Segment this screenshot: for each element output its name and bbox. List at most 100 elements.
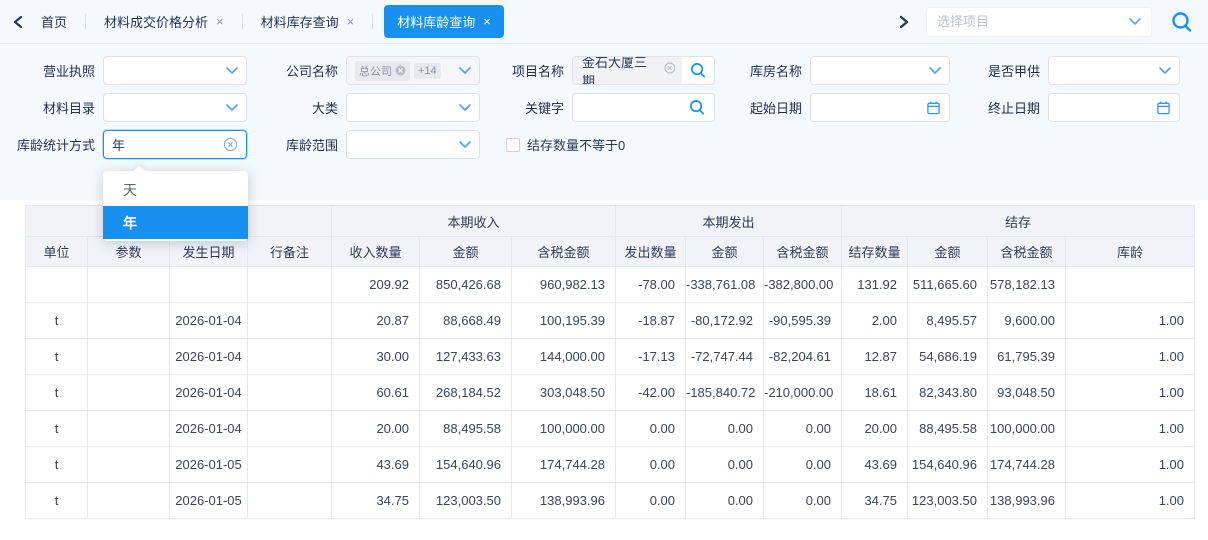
table-cell [170, 267, 248, 303]
table-cell: 850,426.68 [420, 267, 512, 303]
column-group-header: 本期发出 [616, 206, 842, 237]
table-cell [248, 267, 332, 303]
tab-material-price-analysis[interactable]: 材料成交价格分析 × [91, 5, 237, 38]
table-cell: 34.75 [842, 483, 908, 519]
table-cell [248, 447, 332, 483]
table-cell [88, 483, 170, 519]
column-header[interactable]: 参数 [88, 237, 170, 267]
table-row[interactable]: t2026-01-0460.61268,184.52303,048.50-42.… [26, 375, 1195, 411]
project-select[interactable] [926, 7, 1152, 37]
table-cell: -338,761.08 [686, 267, 764, 303]
table-cell: 2026-01-04 [170, 339, 248, 375]
global-search-icon[interactable] [1170, 10, 1194, 34]
project-search-icon[interactable] [690, 62, 707, 79]
nonzero-balance-label: 结存数量不等于0 [527, 135, 625, 154]
table-cell: -82,204.61 [764, 339, 842, 375]
clear-circle-icon[interactable] [223, 137, 238, 152]
calendar-icon [1156, 100, 1171, 115]
tab-bar: 首页 材料成交价格分析 × 材料库存查询 × 材料库龄查询 × [0, 0, 1208, 44]
table-cell: 0.00 [686, 483, 764, 519]
table-row[interactable]: t2026-01-0420.8788,668.49100,195.39-18.8… [26, 303, 1195, 339]
tab-label: 首页 [41, 12, 67, 31]
end-date-label: 终止日期 [950, 98, 1048, 117]
table-cell: -382,800.00 [764, 267, 842, 303]
table-cell [1066, 267, 1195, 303]
table-cell: -90,595.39 [764, 303, 842, 339]
tab-home[interactable]: 首页 [28, 5, 80, 38]
end-date-input[interactable] [1048, 93, 1180, 122]
table-cell: 1.00 [1066, 447, 1195, 483]
column-header[interactable]: 金额 [686, 237, 764, 267]
column-header[interactable]: 行备注 [248, 237, 332, 267]
aging-range-select[interactable] [346, 130, 480, 159]
table-cell: 20.00 [332, 411, 420, 447]
warehouse-name-select[interactable] [810, 56, 950, 85]
table-body: 209.92850,426.68960,982.13-78.00-338,761… [26, 267, 1195, 519]
table-cell: 1.00 [1066, 339, 1195, 375]
calendar-icon [926, 100, 941, 115]
table-row[interactable]: t2026-01-0430.00127,433.63144,000.00-17.… [26, 339, 1195, 375]
table-cell: -18.87 [616, 303, 686, 339]
keyword-label: 关键字 [480, 98, 572, 117]
column-header[interactable]: 库龄 [1066, 237, 1195, 267]
column-header[interactable]: 含税金额 [764, 237, 842, 267]
tabs-scroll-left-icon[interactable] [10, 13, 28, 31]
tabs-scroll-right-icon[interactable] [894, 13, 912, 31]
table-cell: 1.00 [1066, 303, 1195, 339]
column-header[interactable]: 含税金额 [988, 237, 1066, 267]
column-header[interactable]: 金额 [420, 237, 512, 267]
dropdown-option-year[interactable]: 年 [103, 206, 248, 239]
tab-material-aging-query[interactable]: 材料库龄查询 × [384, 5, 504, 38]
tab-close-icon[interactable]: × [216, 15, 224, 28]
tab-material-stock-query[interactable]: 材料库存查询 × [248, 5, 368, 38]
nonzero-balance-checkbox[interactable] [506, 138, 520, 152]
table-row[interactable]: t2026-01-0534.75123,003.50138,993.960.00… [26, 483, 1195, 519]
table-row[interactable]: t2026-01-0420.0088,495.58100,000.000.000… [26, 411, 1195, 447]
table-cell: -72,747.44 [686, 339, 764, 375]
column-header[interactable]: 收入数量 [332, 237, 420, 267]
tab-close-icon[interactable]: × [347, 15, 355, 28]
business-license-select[interactable] [103, 56, 247, 85]
data-table: 本期收入本期发出结存 单位参数发生日期行备注收入数量金额含税金额发出数量金额含税… [25, 205, 1195, 519]
tab-separator [85, 14, 86, 29]
company-name-select[interactable]: 总公司 +14 [346, 56, 480, 85]
aging-method-select[interactable]: 年 [103, 130, 247, 159]
table-cell: 138,993.96 [512, 483, 616, 519]
business-license-label: 营业执照 [0, 61, 103, 80]
owner-supplied-select[interactable] [1048, 56, 1180, 85]
table-cell: t [26, 339, 88, 375]
column-header[interactable]: 结存数量 [842, 237, 908, 267]
tab-close-icon[interactable]: × [483, 15, 491, 28]
tag-remove-icon[interactable] [395, 65, 406, 76]
material-catalog-select[interactable] [103, 93, 247, 122]
tab-separator [242, 14, 243, 29]
table-cell [248, 303, 332, 339]
column-header[interactable]: 发出数量 [616, 237, 686, 267]
column-header[interactable]: 含税金额 [512, 237, 616, 267]
dropdown-option-day[interactable]: 天 [103, 173, 248, 206]
chevron-down-icon [226, 103, 238, 112]
table-cell: 0.00 [764, 411, 842, 447]
keyword-search-icon[interactable] [689, 99, 706, 116]
chevron-down-icon [226, 66, 238, 75]
table-cell: 0.00 [686, 411, 764, 447]
project-name-field[interactable]: 金石大厦三期 [572, 56, 715, 85]
start-date-input[interactable] [810, 93, 950, 122]
table-cell: 174,744.28 [512, 447, 616, 483]
column-header[interactable]: 金额 [908, 237, 988, 267]
project-select-input[interactable] [937, 14, 1129, 29]
column-header[interactable]: 发生日期 [170, 237, 248, 267]
chevron-down-icon [929, 66, 941, 75]
table-cell: 0.00 [616, 483, 686, 519]
table-row[interactable]: 209.92850,426.68960,982.13-78.00-338,761… [26, 267, 1195, 303]
table-cell: 30.00 [332, 339, 420, 375]
table-cell: -210,000.00 [764, 375, 842, 411]
table-cell: 60.61 [332, 375, 420, 411]
category-select[interactable] [346, 93, 480, 122]
aging-method-label: 库龄统计方式 [0, 135, 103, 154]
keyword-input[interactable] [572, 93, 715, 122]
table-cell [248, 375, 332, 411]
clear-icon[interactable] [664, 62, 676, 74]
table-row[interactable]: t2026-01-0543.69154,640.96174,744.280.00… [26, 447, 1195, 483]
column-header[interactable]: 单位 [26, 237, 88, 267]
